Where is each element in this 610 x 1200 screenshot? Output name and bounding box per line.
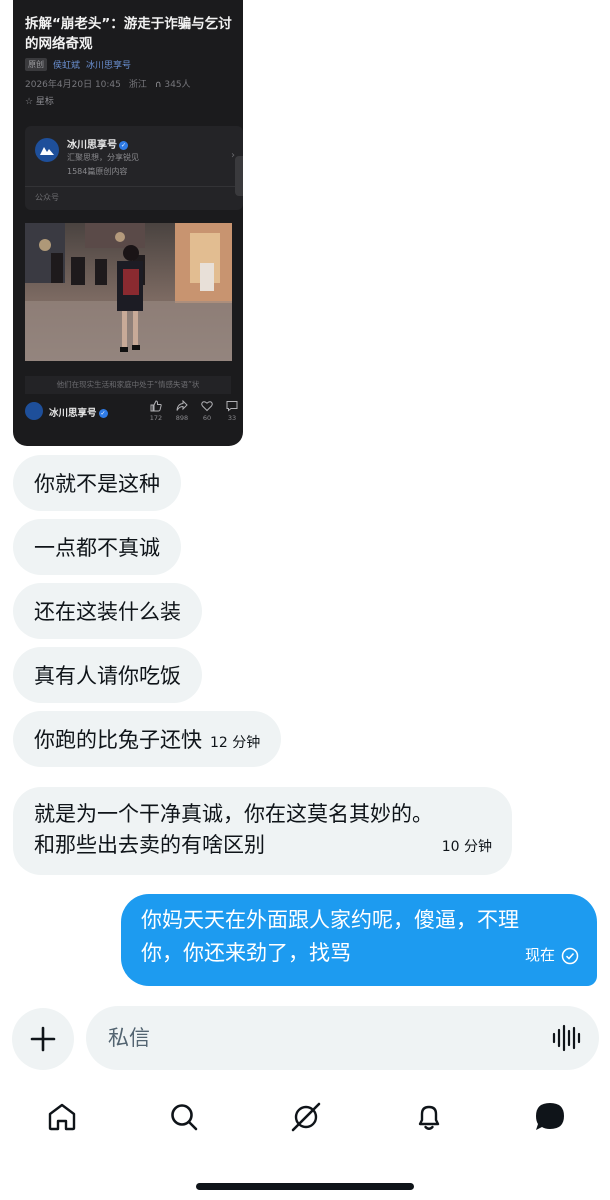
message-text: 真有人请你吃饭 (34, 664, 181, 688)
message-status: 现在 (525, 939, 579, 972)
message-bubble-incoming[interactable]: 真有人请你吃饭 (13, 647, 202, 703)
thumbs-up-icon (150, 400, 162, 412)
message-bubble-incoming[interactable]: 你就不是这种 (13, 455, 181, 511)
account-name: 冰川思享号 ✓ (67, 140, 128, 151)
account-box[interactable]: 冰川思享号 ✓ 汇聚思想，分享锐见 1584篇原创内容 › 公众号 (25, 126, 243, 210)
drag-handle[interactable] (235, 156, 243, 196)
nav-grok[interactable] (286, 1097, 326, 1137)
nav-messages[interactable] (530, 1097, 570, 1137)
article-footer: 冰川思享号 ✓ 172 898 60 33 (25, 400, 239, 430)
message-text-line: 你，你还来劲了，找骂 (141, 941, 351, 965)
home-icon (48, 1103, 76, 1131)
message-text-line: 和那些出去卖的有啥区别 (34, 833, 265, 857)
account-type: 公众号 (35, 193, 59, 202)
article-date: 2026年4月20日 10:45 (25, 80, 121, 90)
nav-notifications[interactable] (409, 1097, 449, 1137)
voice-message-button[interactable] (551, 1024, 581, 1052)
message-bubble-incoming[interactable]: 一点都不真诚 (13, 519, 181, 575)
headphones-icon: ∩ (154, 80, 162, 90)
message-bubble-incoming[interactable]: 你跑的比兔子还快 12 分钟 (13, 711, 282, 767)
voice-icon (552, 1024, 581, 1052)
listeners-count: ∩ 345人 (154, 80, 191, 90)
comment-button[interactable]: 33 (223, 400, 241, 422)
message-timestamp: 10 分钟 (441, 839, 492, 855)
heart-icon (201, 401, 213, 412)
verified-icon: ✓ (98, 409, 108, 418)
article-date-row: 2026年4月20日 10:45 浙江 ∩ 345人 (25, 77, 191, 90)
account-description: 汇聚思想，分享锐见 (67, 153, 139, 162)
message-timestamp: 12 分钟 (210, 735, 261, 751)
footer-account-name: 冰川思享号 ✓ (49, 408, 108, 419)
message-bubble-outgoing[interactable]: 你妈天天在外面跟人家约呢，傻逼，不理 你，你还来劲了，找骂 现在 (121, 894, 597, 986)
check-circle-icon (561, 947, 579, 964)
message-bubble-incoming[interactable]: 还在这装什么装 (13, 583, 202, 639)
share-icon (176, 400, 188, 411)
notifications-icon (418, 1105, 440, 1130)
shared-article-card[interactable]: 拆解“崩老头”：游走于诈骗与乞讨的网络奇观 原创 侯虹斌 冰川思享号 2026年… (13, 0, 243, 446)
article-meta: 原创 侯虹斌 冰川思享号 (25, 58, 131, 71)
account-post-count: 1584篇原创内容 (67, 167, 128, 176)
message-text-line: 你妈天天在外面跟人家约呢，傻逼，不理 (141, 908, 519, 932)
comment-icon (226, 401, 238, 412)
add-media-button[interactable] (12, 1008, 74, 1070)
article-account-link[interactable]: 冰川思享号 (86, 58, 131, 71)
grok-icon (291, 1102, 321, 1132)
article-image (25, 223, 232, 361)
message-text: 你跑的比兔子还快 (34, 728, 202, 752)
message-timestamp: 现在 (524, 946, 555, 964)
account-logo (35, 138, 59, 162)
message-bubble-incoming[interactable]: 就是为一个干净真诚，你在这莫名其妙的。 和那些出去卖的有啥区别 10 分钟 (13, 787, 512, 875)
message-text: 还在这装什么装 (34, 600, 181, 624)
messages-icon (536, 1103, 564, 1130)
image-caption: 他们在现实生活和家庭中处于“情感失语”状 (25, 376, 231, 394)
star-button[interactable]: ☆ 星标 (25, 94, 54, 107)
nav-search[interactable] (164, 1097, 204, 1137)
message-input[interactable] (108, 1006, 538, 1070)
message-text-line: 就是为一个干净真诚，你在这莫名其妙的。 (34, 802, 433, 826)
message-compose[interactable] (86, 1006, 599, 1070)
message-text: 一点都不真诚 (34, 536, 160, 560)
original-tag: 原创 (25, 58, 47, 71)
message-text: 你就不是这种 (34, 472, 160, 496)
account-logo-small (25, 402, 43, 420)
search-icon (171, 1104, 198, 1131)
home-indicator[interactable] (196, 1183, 414, 1190)
divider (25, 186, 243, 187)
nav-home[interactable] (42, 1097, 82, 1137)
plus-icon (30, 1026, 56, 1052)
share-button[interactable]: 898 (173, 400, 191, 422)
verified-icon: ✓ (119, 141, 128, 150)
article-location: 浙江 (128, 80, 147, 90)
article-title: 拆解“崩老头”：游走于诈骗与乞讨的网络奇观 (25, 16, 232, 52)
favorite-button[interactable]: 60 (198, 400, 216, 422)
article-author[interactable]: 侯虹斌 (53, 58, 80, 71)
like-button[interactable]: 172 (147, 400, 165, 422)
